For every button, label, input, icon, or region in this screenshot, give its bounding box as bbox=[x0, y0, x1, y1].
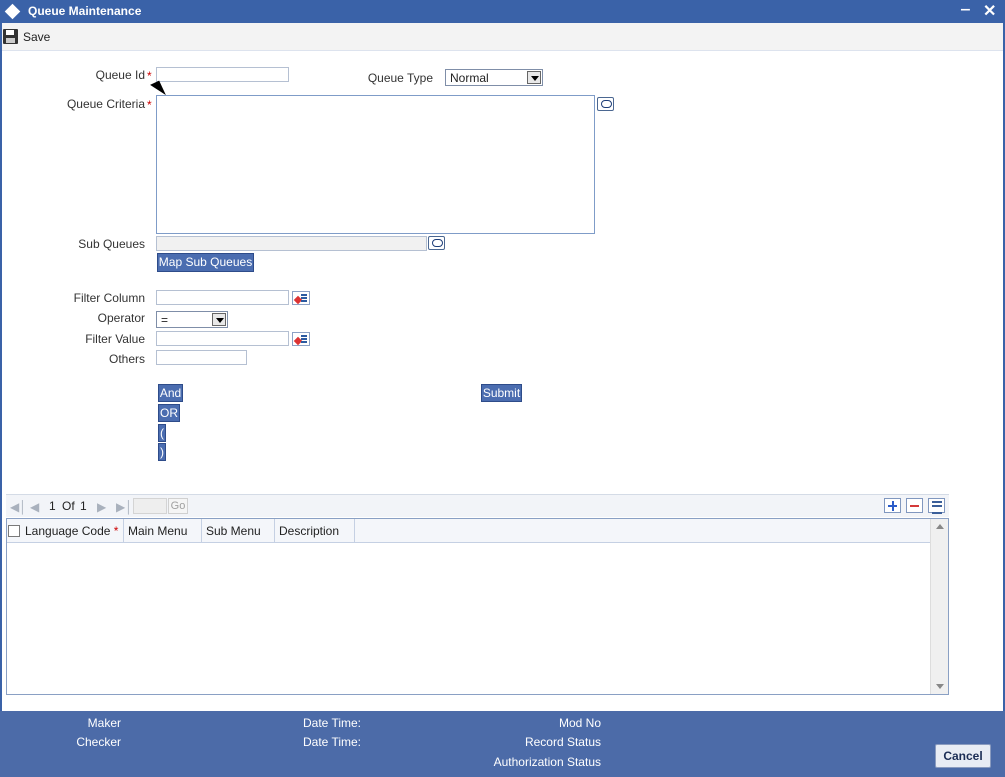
operator-select[interactable]: = bbox=[156, 311, 228, 328]
grid-header: Language Code * Main Menu Sub Menu Descr… bbox=[7, 519, 930, 543]
queue-criteria-required-mark: * bbox=[147, 98, 152, 112]
filter-column-input[interactable] bbox=[156, 290, 289, 305]
go-button[interactable]: Go bbox=[168, 498, 188, 514]
next-page-icon[interactable]: ▶ bbox=[97, 500, 106, 514]
queue-id-input[interactable] bbox=[156, 67, 289, 82]
checker-label: Checker bbox=[76, 735, 121, 749]
save-button[interactable]: Save bbox=[23, 30, 50, 44]
chevron-down-icon[interactable] bbox=[212, 313, 226, 326]
queue-criteria-textarea[interactable] bbox=[156, 95, 595, 234]
minimize-button[interactable]: ‒ bbox=[961, 1, 970, 19]
authorization-status-label: Authorization Status bbox=[493, 755, 601, 769]
or-button[interactable]: OR bbox=[158, 404, 180, 422]
cancel-button[interactable]: Cancel bbox=[935, 744, 991, 768]
app-diamond-icon bbox=[4, 3, 21, 20]
others-input[interactable] bbox=[156, 350, 247, 365]
filter-value-lov-icon[interactable] bbox=[292, 332, 310, 346]
maker-label: Maker bbox=[87, 716, 121, 730]
filter-column-lov-icon[interactable] bbox=[292, 291, 310, 305]
filter-column-label: Filter Column bbox=[73, 291, 145, 305]
audit-footer: Maker Checker Date Time: Date Time: Mod … bbox=[0, 711, 1005, 777]
and-button[interactable]: And bbox=[158, 384, 183, 402]
language-code-required-mark: * bbox=[113, 524, 119, 538]
maker-date-time-label: Date Time: bbox=[303, 716, 362, 730]
list-icon bbox=[301, 294, 307, 302]
pager-of-label: Of bbox=[62, 499, 75, 513]
column-sub-menu: Sub Menu bbox=[202, 519, 275, 543]
queue-type-select[interactable]: Normal bbox=[445, 69, 543, 86]
open-paren-button[interactable]: ( bbox=[158, 424, 166, 442]
operator-value: = bbox=[161, 313, 169, 327]
operator-label: Operator bbox=[97, 311, 145, 325]
queue-type-label: Queue Type bbox=[367, 71, 433, 85]
grid-vertical-scrollbar[interactable] bbox=[930, 519, 948, 694]
close-paren-button[interactable]: ) bbox=[158, 443, 166, 461]
toolbar: Save bbox=[0, 23, 1005, 51]
pager-current: 1 bbox=[49, 499, 56, 513]
column-language-code: Language Code * bbox=[7, 519, 124, 543]
window-title: Queue Maintenance bbox=[28, 4, 142, 18]
single-view-icon[interactable] bbox=[928, 498, 945, 514]
previous-page-icon[interactable]: ◀ bbox=[30, 500, 39, 514]
queue-criteria-label: Queue Criteria bbox=[66, 97, 145, 111]
select-all-checkbox[interactable] bbox=[8, 525, 20, 537]
scroll-up-icon[interactable] bbox=[936, 524, 944, 529]
queue-type-value: Normal bbox=[450, 71, 489, 85]
checker-date-time-label: Date Time: bbox=[303, 735, 362, 749]
record-status-label: Record Status bbox=[524, 735, 601, 749]
chevron-down-icon[interactable] bbox=[527, 71, 541, 84]
filter-value-label: Filter Value bbox=[85, 332, 145, 346]
pager-total: 1 bbox=[80, 499, 87, 513]
others-label: Others bbox=[108, 352, 145, 366]
add-row-icon[interactable] bbox=[884, 498, 901, 513]
language-grid: Language Code * Main Menu Sub Menu Descr… bbox=[6, 518, 949, 695]
queue-id-required-mark: * bbox=[147, 69, 152, 83]
page-number-input[interactable] bbox=[133, 498, 167, 514]
column-language-code-label: Language Code bbox=[25, 524, 111, 538]
map-sub-queues-button[interactable]: Map Sub Queues bbox=[157, 253, 254, 272]
sub-queues-field bbox=[156, 236, 427, 251]
submit-button[interactable]: Submit bbox=[481, 384, 522, 402]
queue-id-label: Queue Id bbox=[95, 68, 145, 82]
queue-criteria-editor-icon[interactable] bbox=[597, 97, 614, 111]
window-frame-left bbox=[0, 23, 2, 713]
scroll-down-icon[interactable] bbox=[936, 684, 944, 689]
close-button[interactable]: ✕ bbox=[983, 1, 996, 21]
grid-toolbar: ◀│ ◀ 1 Of 1 ▶ ▶│ Go bbox=[6, 494, 949, 517]
delete-row-icon[interactable] bbox=[906, 498, 923, 513]
first-page-icon[interactable]: ◀│ bbox=[10, 500, 27, 514]
title-bar: Queue Maintenance ‒ ✕ bbox=[0, 0, 1005, 23]
sub-queues-label: Sub Queues bbox=[78, 237, 145, 251]
sub-queues-editor-icon[interactable] bbox=[428, 236, 445, 250]
list-icon bbox=[301, 335, 307, 343]
column-description: Description bbox=[275, 519, 355, 543]
save-icon[interactable] bbox=[3, 29, 18, 44]
mod-no-label: Mod No bbox=[558, 716, 601, 730]
filter-value-input[interactable] bbox=[156, 331, 289, 346]
last-page-icon[interactable]: ▶│ bbox=[116, 500, 133, 514]
column-main-menu: Main Menu bbox=[124, 519, 202, 543]
